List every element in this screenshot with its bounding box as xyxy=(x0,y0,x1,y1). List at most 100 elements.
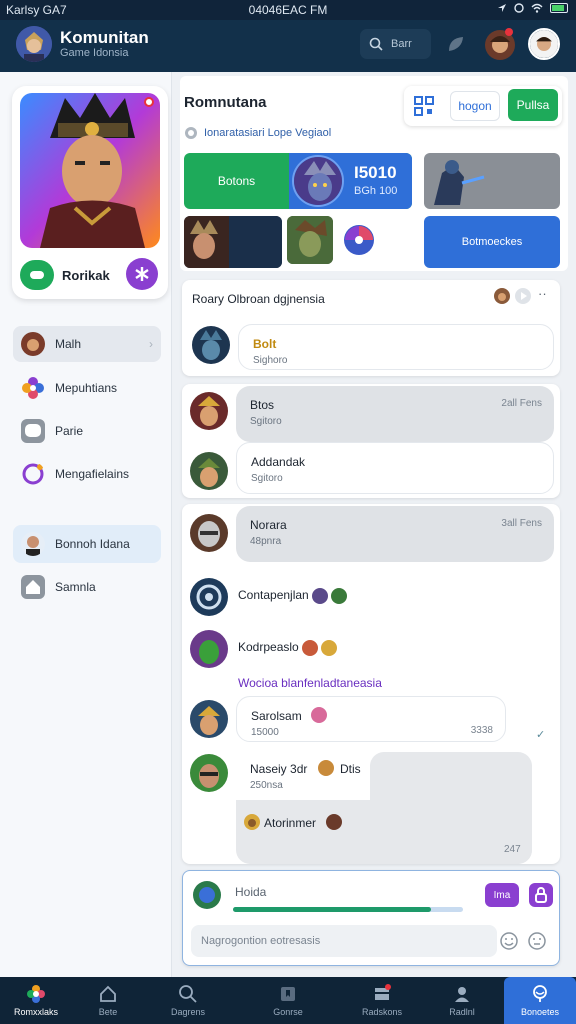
nav-gonrse[interactable]: Gonrse xyxy=(252,977,324,1024)
nav-bonoetes[interactable]: Bonoetes xyxy=(504,977,576,1024)
nav-dagrens[interactable]: Dagrens xyxy=(152,977,224,1024)
botmoeckes-button[interactable]: Botmoeckes xyxy=(424,216,560,268)
post-author[interactable]: Contapenjlan xyxy=(238,588,348,604)
avatar xyxy=(331,588,348,604)
message-input[interactable]: Nagrogontion eotresasis xyxy=(191,925,497,957)
chevron-right-icon: › xyxy=(149,337,153,351)
nav-radskons[interactable]: Radskons xyxy=(346,977,418,1024)
post-meta: Sighoro xyxy=(253,355,288,366)
reply-author: Atorinmer xyxy=(264,816,317,830)
pinwheel-icon[interactable] xyxy=(343,224,375,256)
nav-radlnl[interactable]: Radlnl xyxy=(426,977,498,1024)
chat-icon xyxy=(21,419,45,443)
avatar xyxy=(190,754,228,792)
post-meta: Sgitoro xyxy=(250,416,282,427)
post-meta: 15000 xyxy=(251,727,279,738)
tile-botons[interactable]: Botons I5010 BGh 100 xyxy=(184,153,412,209)
tile-warrior-image[interactable] xyxy=(184,216,282,268)
tab-hogon[interactable]: hogon xyxy=(450,91,500,121)
post-timestamp: 3338 xyxy=(470,725,493,736)
nav-label: Radskons xyxy=(361,1007,403,1017)
leaf-icon[interactable] xyxy=(447,35,465,53)
composer-name: Hoida xyxy=(235,885,267,899)
tile-character-image[interactable] xyxy=(424,153,560,209)
score-value: I5010 xyxy=(354,163,397,182)
post-author-name: Contapenjlan xyxy=(238,588,309,603)
avatar xyxy=(312,588,329,604)
post-author: Addandak xyxy=(251,455,306,469)
app-bar: Komunitan Game Idonsia Barr xyxy=(0,20,576,72)
post-meta: 48pnra xyxy=(250,536,282,547)
post-bubble[interactable]: Btos Sgitoro 2all Fens xyxy=(236,386,554,442)
post-bubble[interactable]: Bolt Sighoro xyxy=(238,324,554,370)
sidebar-item-parie[interactable]: Parie xyxy=(13,413,161,449)
image-button[interactable]: Ima xyxy=(485,883,519,907)
nav-label: Bete xyxy=(98,1007,118,1017)
sidebar: Rorikak Malh › Mepuhtians Parie Mengafie… xyxy=(0,72,172,977)
post-link[interactable]: Wocioa blanfenladtaneasia xyxy=(238,676,382,690)
house-icon xyxy=(100,985,116,1002)
upload-progress-track xyxy=(233,907,463,912)
gamepad-button[interactable] xyxy=(20,260,54,290)
read-receipt-icon: ✓ xyxy=(536,729,546,741)
profile-avatar[interactable] xyxy=(528,28,560,60)
post-extra: Dtis xyxy=(340,762,361,776)
more-options-icon[interactable]: ·· xyxy=(538,286,547,301)
search-label: Barr xyxy=(391,38,412,50)
avatar xyxy=(494,288,510,304)
post-author[interactable]: Kodrpeaslo xyxy=(238,640,338,656)
nav-bete[interactable]: Bete xyxy=(72,977,144,1024)
lock-button[interactable] xyxy=(529,883,553,907)
sidebar-item-samnla[interactable]: Samnla xyxy=(13,569,161,605)
app-title: Komunitan xyxy=(60,28,149,47)
avatar xyxy=(192,326,230,364)
notification-badge xyxy=(505,28,513,36)
search-button[interactable]: Barr xyxy=(360,29,431,59)
sidebar-item-mengafielains[interactable]: Mengafielains xyxy=(13,456,161,492)
sidebar-item-mepuhtians[interactable]: Mepuhtians xyxy=(13,370,161,406)
post-author: Naseiy 3dr xyxy=(250,762,308,776)
nav-romxxlaks[interactable]: Romxxlaks xyxy=(0,977,72,1024)
profile-action-label[interactable]: Rorikak xyxy=(62,268,110,283)
app-logo-avatar[interactable] xyxy=(16,26,52,62)
avatar xyxy=(244,814,260,830)
home-flower-icon xyxy=(27,985,45,1003)
play-icon[interactable] xyxy=(515,288,531,304)
lock-icon xyxy=(535,887,547,903)
header-subtitle: Ionaratasiari Lope Vegiaol xyxy=(204,127,332,139)
avatar xyxy=(190,392,228,430)
qr-code-icon[interactable] xyxy=(414,96,434,116)
tile-orc-image[interactable] xyxy=(287,216,333,264)
post-bubble[interactable]: Addandak Sgitoro xyxy=(236,442,554,494)
post-bubble[interactable]: Naseiy 3dr Dtis 250nsa xyxy=(236,750,376,800)
sidebar-item-malh[interactable]: Malh › xyxy=(13,326,161,362)
score-subtitle: BGh 100 xyxy=(354,185,398,197)
avatar xyxy=(193,881,221,909)
home-icon xyxy=(21,575,45,599)
clock-text: 04046EAC FM xyxy=(248,3,328,17)
emoji-icon[interactable] xyxy=(499,931,519,951)
location-icon xyxy=(498,4,506,12)
post-thread-card: Norara 48pnra 3all Fens Contapenjlan Kod… xyxy=(182,504,560,864)
post-bubble[interactable]: Norara 48pnra 3all Fens xyxy=(236,506,554,562)
reply-bubble[interactable]: Atorinmer 247 xyxy=(236,800,532,864)
avatar xyxy=(190,630,228,668)
sidebar-item-label: Bonnoh Idana xyxy=(55,537,130,551)
avatar xyxy=(21,532,45,556)
sticker-icon[interactable] xyxy=(527,931,547,951)
search-icon xyxy=(179,985,197,1003)
avatar xyxy=(326,814,342,830)
settings-button[interactable] xyxy=(126,258,158,290)
nav-label: Dagrens xyxy=(170,1007,206,1017)
avatar xyxy=(318,760,334,776)
post-author: Norara xyxy=(250,518,287,532)
sidebar-item-bonnoh-idana[interactable]: Bonnoh Idana xyxy=(13,525,161,563)
avatar xyxy=(190,578,228,616)
post-timestamp: 2all Fens xyxy=(501,398,542,409)
post-author: Btos xyxy=(250,398,275,412)
asterisk-icon xyxy=(135,267,149,281)
post-bubble[interactable]: Sarolsam 15000 3338 xyxy=(236,696,506,742)
pullsa-button[interactable]: Pullsa xyxy=(508,89,558,121)
hero-image xyxy=(20,93,160,248)
post-thread-card: Btos Sgitoro 2all Fens Addandak Sgitoro xyxy=(182,384,560,498)
